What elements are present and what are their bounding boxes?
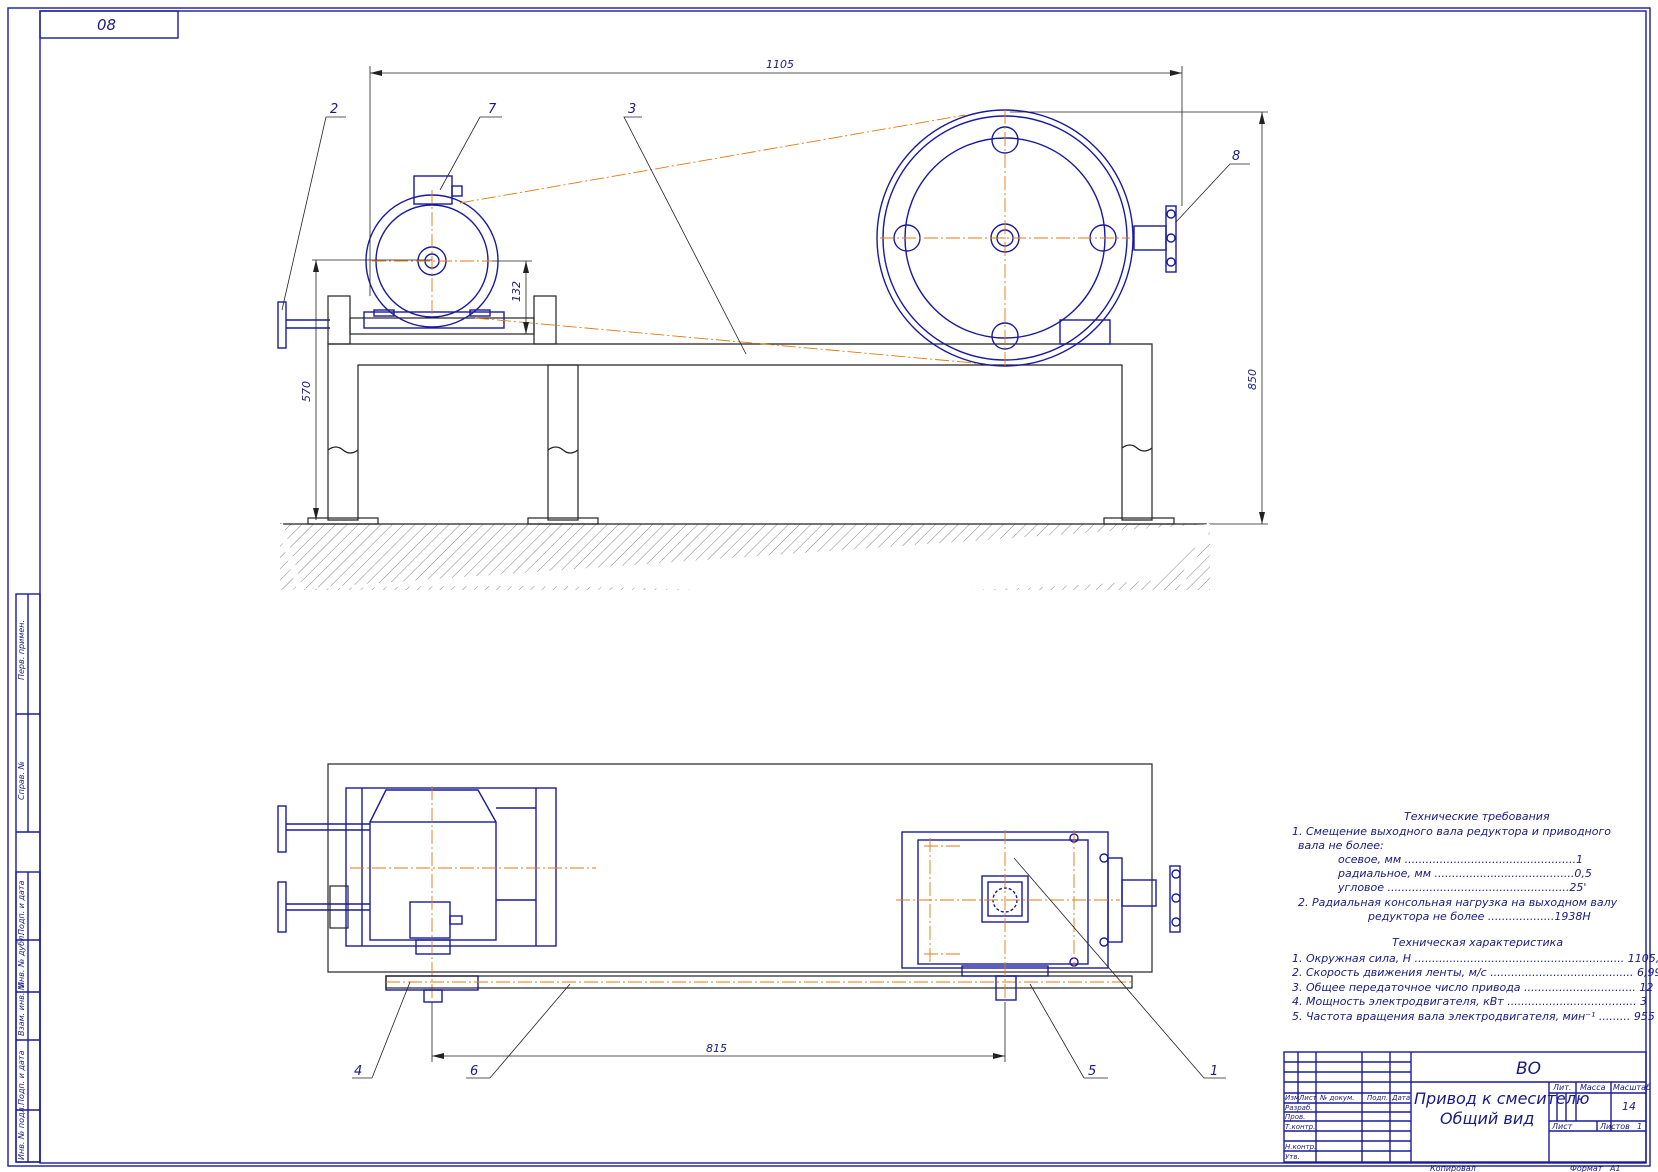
title-block: Изм Лист № докум. Подп. Дата Разраб. Про… — [1283, 1051, 1651, 1172]
tech-req-line-1: вала не более: — [1298, 839, 1384, 852]
tech-req-line-0: 1. Смещение выходного вала редуктора и п… — [1292, 825, 1611, 838]
stamp-0: Перв. примен. — [17, 620, 26, 680]
dim-815: 815 — [706, 1042, 727, 1055]
tb-col-1: Лист — [1298, 1094, 1318, 1102]
tb-lit: Лит. — [1552, 1083, 1571, 1092]
stamp-6: Инв. № подл. — [17, 1105, 26, 1160]
callout-4: 4 — [354, 1064, 362, 1079]
tb-col-4: Дата — [1391, 1094, 1410, 1102]
tech-char-line-1: 2. Скорость движения ленты, м/с ........… — [1292, 966, 1658, 979]
tech-char-title: Техническая характеристика — [1392, 936, 1563, 949]
tech-req-title: Технические требования — [1404, 810, 1550, 823]
tech-req-line-4: угловое ................................… — [1337, 881, 1586, 894]
tb-col-3: Подп. — [1367, 1094, 1388, 1102]
tech-req-line-2: осевое, мм .............................… — [1338, 853, 1583, 866]
tb-scale-value: 14 — [1622, 1100, 1636, 1113]
tech-char-line-0: 1. Окружная сила, Н ....................… — [1292, 952, 1658, 965]
tb-row-2: Т.контр. — [1285, 1123, 1315, 1131]
tech-requirements: Технические требования 1. Смещение выход… — [1292, 810, 1618, 923]
tb-format-value: А1 — [1609, 1164, 1621, 1172]
stamp-2: Подп. и дата — [17, 880, 26, 935]
tech-req-line-5: 2. Радиальная консольная нагрузка на вых… — [1298, 896, 1618, 909]
callout-1: 1 — [1210, 1064, 1218, 1079]
tb-format: Формат — [1570, 1164, 1603, 1172]
callout-5: 5 — [1088, 1064, 1096, 1079]
tb-name-2: Общий вид — [1440, 1109, 1534, 1128]
tech-char-line-2: 3. Общее передаточное число привода ....… — [1292, 981, 1653, 994]
callout-7: 7 — [488, 102, 497, 117]
dim-850: 850 — [1246, 369, 1259, 390]
dim-1105: 1105 — [766, 58, 794, 71]
tech-characteristics: Техническая характеристика 1. Окружная с… — [1292, 936, 1658, 1023]
tb-sheets: Листов — [1599, 1122, 1630, 1131]
tb-sheet: Лист — [1551, 1122, 1573, 1131]
callout-6: 6 — [470, 1064, 478, 1079]
tb-sheets-value: 1 — [1637, 1122, 1642, 1131]
plan-view: 815 4 6 5 1 — [277, 763, 1226, 1079]
stamp-5: Подп. и дата — [17, 1050, 26, 1105]
dim-132: 132 — [510, 281, 523, 302]
tb-scale: Масштаб — [1613, 1083, 1651, 1092]
stamp-4: Взам. инв. № — [17, 982, 26, 1036]
tech-char-line-3: 4. Мощность электродвигателя, кВт ......… — [1292, 995, 1647, 1008]
tb-row-4: Н.контр. — [1285, 1143, 1316, 1151]
tech-req-line-3: радиальное, мм .........................… — [1337, 867, 1592, 880]
callout-3: 3 — [628, 102, 636, 117]
tb-col-0: Изм — [1285, 1094, 1300, 1102]
tb-copied: Копировал — [1430, 1164, 1476, 1172]
stamp-3: Инв. № дубл. — [17, 933, 26, 988]
dim-570: 570 — [300, 381, 313, 402]
tech-char-line-4: 5. Частота вращения вала электродвигател… — [1292, 1010, 1655, 1023]
callout-2: 2 — [330, 102, 338, 117]
side-stamp: Перв. примен. Справ. № Подп. и дата Инв.… — [15, 593, 41, 1163]
callout-8: 8 — [1232, 149, 1240, 164]
front-view: 1105 850 570 132 2 7 3 8 — [277, 58, 1268, 593]
assembly-drawing: 08 Перв. примен. Справ. № Подп. и дата И… — [7, 7, 1658, 1172]
stamp-1: Справ. № — [17, 761, 26, 800]
tb-row-0: Разраб. — [1285, 1104, 1313, 1112]
tb-mass: Масса — [1580, 1083, 1606, 1092]
sheet-code: 08 — [97, 16, 116, 34]
tb-designation: ВО — [1516, 1059, 1541, 1079]
tech-req-line-6: редуктора не более ...................19… — [1367, 910, 1591, 923]
tb-row-1: Пров. — [1285, 1113, 1305, 1121]
tb-col-2: № докум. — [1319, 1094, 1355, 1102]
tb-row-5: Утв. — [1285, 1153, 1300, 1161]
